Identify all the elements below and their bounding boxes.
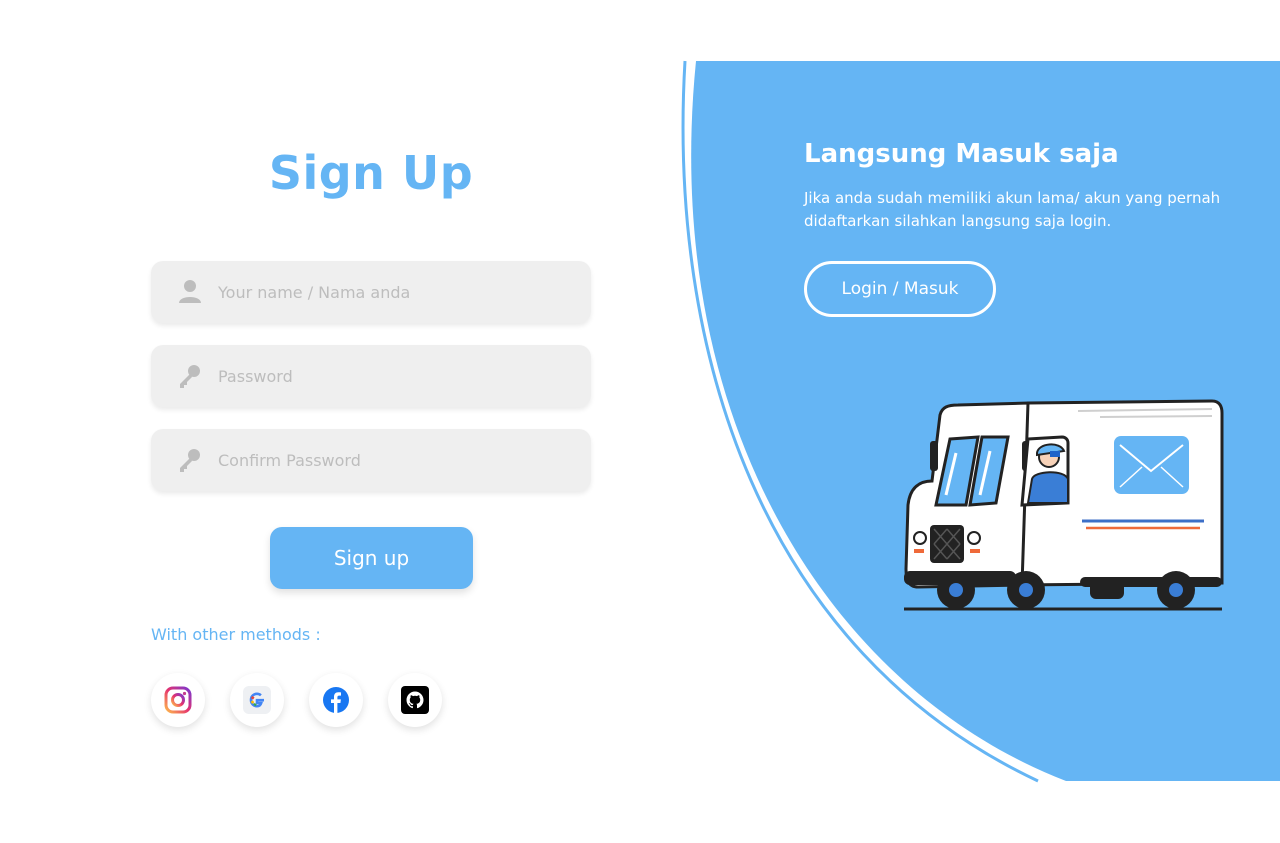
panel-title: Langsung Masuk saja bbox=[804, 139, 1119, 169]
other-methods-label: With other methods : bbox=[151, 625, 321, 644]
facebook-button[interactable] bbox=[309, 673, 363, 727]
instagram-icon bbox=[164, 686, 192, 714]
google-button[interactable] bbox=[230, 673, 284, 727]
name-field[interactable] bbox=[151, 261, 591, 323]
login-button[interactable]: Login / Masuk bbox=[804, 261, 996, 317]
panel-description: Jika anda sudah memiliki akun lama/ akun… bbox=[804, 189, 1221, 230]
sign-up-button[interactable]: Sign up bbox=[270, 527, 473, 589]
key-icon bbox=[180, 449, 200, 472]
confirm-password-field[interactable] bbox=[151, 429, 591, 491]
google-icon bbox=[243, 686, 271, 714]
github-icon bbox=[401, 686, 429, 714]
github-button[interactable] bbox=[388, 673, 442, 727]
password-input[interactable] bbox=[218, 345, 578, 407]
page-title: Sign Up bbox=[268, 146, 474, 200]
key-icon bbox=[180, 365, 200, 388]
confirm-password-input[interactable] bbox=[218, 429, 578, 491]
password-field[interactable] bbox=[151, 345, 591, 407]
facebook-icon bbox=[323, 687, 349, 713]
user-icon bbox=[179, 280, 201, 303]
name-input[interactable] bbox=[218, 261, 578, 323]
instagram-button[interactable] bbox=[151, 673, 205, 727]
delivery-truck-illustration bbox=[904, 399, 1224, 611]
